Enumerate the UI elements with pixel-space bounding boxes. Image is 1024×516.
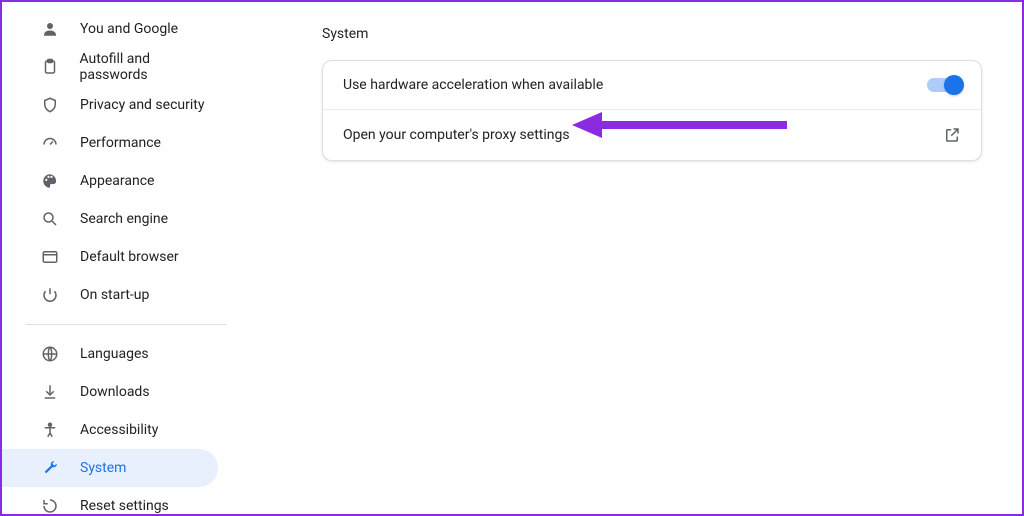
power-icon <box>40 285 60 305</box>
sidebar-item-label: Default browser <box>80 249 179 265</box>
section-title: System <box>322 26 982 42</box>
download-icon <box>40 382 60 402</box>
sidebar-item-label: You and Google <box>80 21 178 37</box>
wrench-icon <box>40 458 60 478</box>
sidebar-item-autofill[interactable]: Autofill and passwords <box>2 48 218 86</box>
row-proxy-settings[interactable]: Open your computer's proxy settings <box>323 109 981 160</box>
sidebar-item-label: Languages <box>80 346 149 362</box>
person-icon <box>40 19 60 39</box>
search-icon <box>40 209 60 229</box>
sidebar-item-reset[interactable]: Reset settings <box>2 487 218 514</box>
sidebar-item-you-and-google[interactable]: You and Google <box>2 10 218 48</box>
row-hardware-acceleration[interactable]: Use hardware acceleration when available <box>323 61 981 109</box>
globe-icon <box>40 344 60 364</box>
sidebar-item-label: Downloads <box>80 384 150 400</box>
sidebar-item-default-browser[interactable]: Default browser <box>2 238 218 276</box>
toggle-hardware-acceleration[interactable] <box>927 78 961 92</box>
settings-sidebar: You and Google Autofill and passwords Pr… <box>2 2 242 514</box>
sidebar-item-label: System <box>80 460 126 476</box>
external-link-icon <box>943 126 961 144</box>
browser-icon <box>40 247 60 267</box>
shield-icon <box>40 95 60 115</box>
row-label: Use hardware acceleration when available <box>343 77 603 93</box>
sidebar-item-downloads[interactable]: Downloads <box>2 373 218 411</box>
sidebar-item-label: Performance <box>80 135 161 151</box>
sidebar-divider <box>26 324 226 325</box>
sidebar-item-languages[interactable]: Languages <box>2 335 218 373</box>
sidebar-item-label: Autofill and passwords <box>79 51 218 83</box>
sidebar-item-label: Appearance <box>80 173 154 189</box>
speedometer-icon <box>40 133 60 153</box>
sidebar-item-label: Accessibility <box>80 422 158 438</box>
sidebar-item-label: Reset settings <box>80 498 169 514</box>
sidebar-item-on-startup[interactable]: On start-up <box>2 276 218 314</box>
reset-icon <box>40 496 60 514</box>
sidebar-item-label: Search engine <box>80 211 168 227</box>
sidebar-item-label: Privacy and security <box>80 97 204 113</box>
sidebar-item-label: On start-up <box>80 287 149 303</box>
sidebar-item-search-engine[interactable]: Search engine <box>2 200 218 238</box>
sidebar-item-system[interactable]: System <box>2 449 218 487</box>
accessibility-icon <box>40 420 60 440</box>
clipboard-icon <box>40 57 59 77</box>
settings-main: System Use hardware acceleration when av… <box>242 2 1022 514</box>
sidebar-item-accessibility[interactable]: Accessibility <box>2 411 218 449</box>
palette-icon <box>40 171 60 191</box>
sidebar-item-appearance[interactable]: Appearance <box>2 162 218 200</box>
system-settings-card: Use hardware acceleration when available… <box>322 60 982 161</box>
sidebar-item-privacy[interactable]: Privacy and security <box>2 86 218 124</box>
row-label: Open your computer's proxy settings <box>343 127 570 143</box>
sidebar-item-performance[interactable]: Performance <box>2 124 218 162</box>
